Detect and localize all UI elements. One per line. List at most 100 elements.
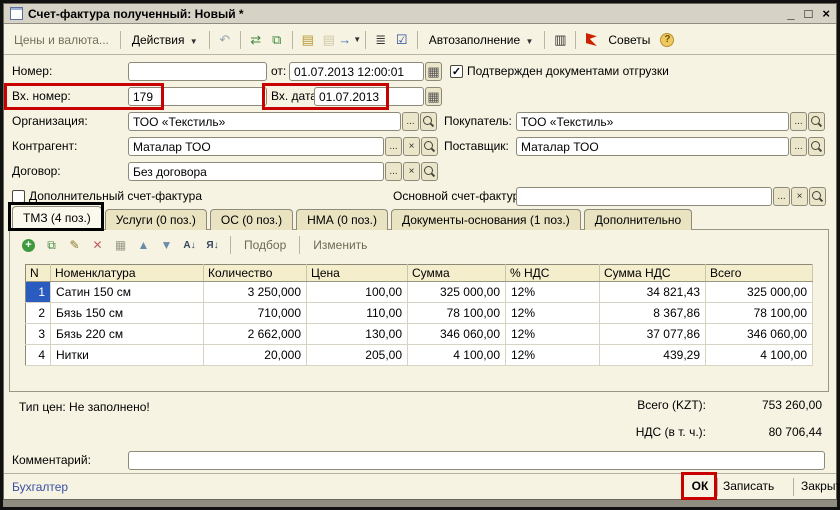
number-input[interactable]: [128, 62, 267, 81]
table-cell[interactable]: 12%: [506, 324, 600, 345]
table-cell[interactable]: 34 821,43: [600, 282, 706, 303]
organization-input[interactable]: [128, 112, 401, 131]
column-header[interactable]: Сумма НДС: [600, 265, 706, 282]
prices-currency-button[interactable]: Цены и валюта...: [9, 31, 114, 49]
checkbox-list-icon[interactable]: ☑: [393, 31, 411, 49]
column-header[interactable]: % НДС: [506, 265, 600, 282]
autofill-button[interactable]: Автозаполнение ▼: [424, 31, 539, 49]
incoming-number-input[interactable]: [128, 87, 267, 106]
maximize-button[interactable]: □: [805, 6, 813, 22]
main-invoice-select-button[interactable]: ...: [773, 187, 790, 206]
contract-open-button[interactable]: [421, 162, 438, 181]
column-header[interactable]: Количество: [204, 265, 307, 282]
reread-icon[interactable]: ↶: [216, 31, 234, 49]
help-icon[interactable]: ?: [658, 31, 676, 49]
report-icon[interactable]: ▥: [551, 31, 569, 49]
tab-additional[interactable]: Дополнительно: [584, 209, 692, 230]
column-header[interactable]: Номенклатура: [51, 265, 204, 282]
table-cell[interactable]: 346 060,00: [706, 324, 813, 345]
tab-basis-documents[interactable]: Документы-основания (1 поз.): [391, 209, 581, 230]
minimize-button[interactable]: _: [787, 6, 794, 22]
contract-input[interactable]: [128, 162, 384, 181]
table-cell[interactable]: 2: [26, 303, 51, 324]
table-cell[interactable]: 100,00: [307, 282, 408, 303]
organization-select-button[interactable]: ...: [402, 112, 419, 131]
buyer-input[interactable]: [516, 112, 789, 131]
confirmed-checkbox[interactable]: ✓: [450, 65, 463, 78]
end-edit-button[interactable]: ▦: [112, 237, 129, 254]
list-structure-icon[interactable]: ≣: [372, 31, 390, 49]
edit-row-button[interactable]: ✎: [66, 237, 83, 254]
table-cell[interactable]: Сатин 150 см: [51, 282, 204, 303]
ok-button[interactable]: ОК: [688, 479, 712, 493]
refresh-icon[interactable]: ⇄: [247, 31, 265, 49]
incoming-date-input[interactable]: [314, 87, 424, 106]
tips-button[interactable]: Советы: [603, 31, 655, 49]
tab-os[interactable]: ОС (0 поз.): [210, 209, 293, 230]
calendar-button[interactable]: ▦: [425, 62, 442, 81]
column-header[interactable]: Сумма: [408, 265, 506, 282]
table-cell[interactable]: 325 000,00: [408, 282, 506, 303]
table-cell[interactable]: 205,00: [307, 345, 408, 366]
unpost-document-icon[interactable]: ▤: [320, 31, 338, 49]
table-cell[interactable]: 37 077,86: [600, 324, 706, 345]
table-cell[interactable]: 4: [26, 345, 51, 366]
supplier-input[interactable]: [516, 137, 789, 156]
table-row[interactable]: 4Нитки20,000205,004 100,0012%439,294 100…: [26, 345, 813, 366]
table-cell[interactable]: 12%: [506, 303, 600, 324]
delete-row-button[interactable]: ✕: [89, 237, 106, 254]
table-cell[interactable]: 2 662,000: [204, 324, 307, 345]
table-cell[interactable]: 325 000,00: [706, 282, 813, 303]
table-cell[interactable]: 12%: [506, 282, 600, 303]
contractor-select-button[interactable]: ...: [385, 137, 402, 156]
table-row[interactable]: 3Бязь 220 см2 662,000130,00 346 060,00 12%…: [26, 324, 813, 345]
tab-services[interactable]: Услуги (0 поз.): [105, 209, 207, 230]
contractor-open-button[interactable]: [421, 137, 438, 156]
main-invoice-input[interactable]: [516, 187, 772, 206]
save-button[interactable]: Записать: [723, 479, 774, 493]
contract-clear-button[interactable]: ×: [403, 162, 420, 181]
main-invoice-clear-button[interactable]: ×: [791, 187, 808, 206]
buyer-select-button[interactable]: ...: [790, 112, 807, 131]
change-button[interactable]: Изменить: [309, 238, 371, 252]
actions-button[interactable]: Действия ▼: [127, 31, 203, 49]
table-row[interactable]: 1Сатин 150 см3 250,000100,00325 000,0012…: [26, 282, 813, 303]
table-cell[interactable]: 3 250,000: [204, 282, 307, 303]
supplier-open-button[interactable]: [808, 137, 825, 156]
pick-button[interactable]: Подбор: [240, 238, 290, 252]
close-button[interactable]: ×: [822, 6, 830, 22]
contractor-clear-button[interactable]: ×: [403, 137, 420, 156]
table-cell[interactable]: 12%: [506, 345, 600, 366]
copy-document-icon[interactable]: ⧉: [268, 31, 286, 49]
post-document-icon[interactable]: ▤: [299, 31, 317, 49]
additional-invoice-checkbox[interactable]: [12, 190, 25, 203]
from-date-input[interactable]: [289, 62, 424, 81]
column-header[interactable]: N: [26, 265, 51, 282]
supplier-select-button[interactable]: ...: [790, 137, 807, 156]
table-cell[interactable]: 1: [26, 282, 51, 303]
table-cell[interactable]: 8 367,86: [600, 303, 706, 324]
move-down-button[interactable]: ▼: [158, 237, 175, 254]
table-cell[interactable]: Нитки: [51, 345, 204, 366]
table-cell[interactable]: 3: [26, 324, 51, 345]
contract-select-button[interactable]: ...: [385, 162, 402, 181]
column-header[interactable]: Цена: [307, 265, 408, 282]
table-cell[interactable]: Бязь 220 см: [51, 324, 204, 345]
comment-input[interactable]: [128, 451, 825, 470]
calendar-button[interactable]: ▦: [425, 87, 442, 106]
organization-open-button[interactable]: [420, 112, 437, 131]
table-cell[interactable]: 439,29: [600, 345, 706, 366]
table-cell[interactable]: 4 100,00: [408, 345, 506, 366]
table-cell[interactable]: 110,00: [307, 303, 408, 324]
table-cell[interactable]: 130,00: [307, 324, 408, 345]
table-cell[interactable]: 710,000: [204, 303, 307, 324]
main-invoice-open-button[interactable]: [809, 187, 826, 206]
table-cell[interactable]: Бязь 150 см: [51, 303, 204, 324]
copy-row-button[interactable]: ⧉: [43, 237, 60, 254]
buyer-open-button[interactable]: [808, 112, 825, 131]
tab-nma[interactable]: НМА (0 поз.): [296, 209, 388, 230]
table-cell[interactable]: 78 100,00: [408, 303, 506, 324]
sort-asc-button[interactable]: А↓: [181, 237, 198, 254]
contractor-input[interactable]: [128, 137, 384, 156]
tab-tmz[interactable]: ТМЗ (4 поз.): [12, 206, 102, 230]
